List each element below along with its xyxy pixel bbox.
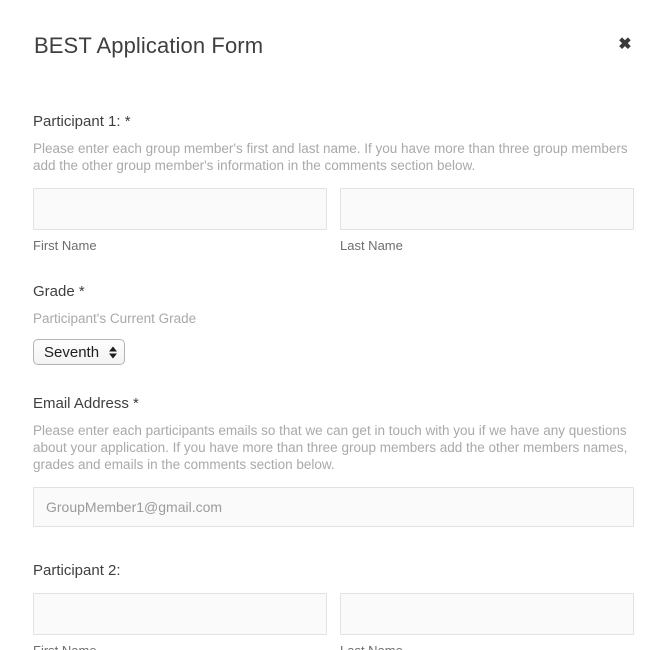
email-1-label: Email Address * — [33, 394, 634, 414]
participant-1-last-name-input[interactable] — [340, 188, 634, 230]
grade-1-label: Grade * — [33, 282, 634, 302]
participant-2-last-name-input[interactable] — [340, 593, 634, 635]
participant-2-last-name-sublabel: Last Name — [340, 643, 634, 650]
participant-1-label: Participant 1: * — [33, 112, 634, 132]
participant-1-description: Please enter each group member's first a… — [33, 140, 634, 174]
participant-1-first-name-col: First Name — [33, 188, 327, 254]
grade-1-description: Participant's Current Grade — [33, 310, 634, 327]
email-1-description: Please enter each participants emails so… — [33, 422, 634, 473]
participant-1-last-name-col: Last Name — [340, 188, 634, 254]
participant-2-first-name-sublabel: First Name — [33, 643, 327, 650]
participant-1-last-name-sublabel: Last Name — [340, 238, 634, 254]
modal-body: Participant 1: * Please enter each group… — [0, 112, 667, 650]
close-icon[interactable]: ✖ — [613, 33, 637, 57]
grade-1-select-wrap: Seventh — [33, 339, 125, 365]
participant-2-label: Participant 2: — [33, 561, 634, 581]
grade-1-group: Grade * Participant's Current Grade Seve… — [33, 282, 634, 365]
participant-2-first-name-col: First Name — [33, 593, 327, 650]
participant-1-first-name-input[interactable] — [33, 188, 327, 230]
participant-1-first-name-sublabel: First Name — [33, 238, 327, 254]
page-title: BEST Application Form — [34, 31, 263, 61]
participant-2-group: Participant 2: First Name Last Name — [33, 561, 634, 650]
participant-2-name-row: First Name Last Name — [33, 593, 634, 650]
email-1-input[interactable] — [33, 487, 634, 527]
grade-1-select[interactable]: Seventh — [33, 339, 125, 365]
participant-2-last-name-col: Last Name — [340, 593, 634, 650]
participant-1-group: Participant 1: * Please enter each group… — [33, 112, 634, 254]
application-form-modal: BEST Application Form ✖ Participant 1: *… — [0, 0, 667, 650]
participant-1-name-row: First Name Last Name — [33, 188, 634, 254]
email-1-group: Email Address * Please enter each partic… — [33, 394, 634, 527]
modal-header: BEST Application Form ✖ — [0, 0, 667, 92]
participant-2-first-name-input[interactable] — [33, 593, 327, 635]
